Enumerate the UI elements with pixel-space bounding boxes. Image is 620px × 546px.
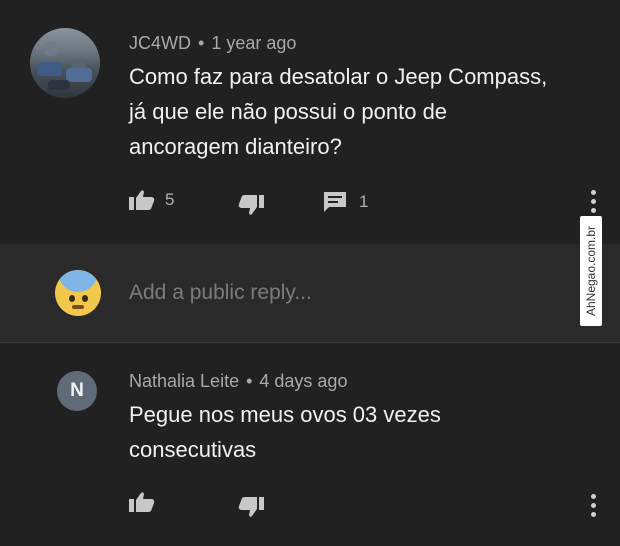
like-icon bbox=[129, 492, 155, 512]
like-icon bbox=[129, 190, 155, 210]
comment1-like-button[interactable]: 5 bbox=[129, 189, 174, 211]
avatar-car-shape bbox=[48, 80, 70, 90]
comment2-time: 4 days ago bbox=[259, 371, 348, 391]
avatar-current-user bbox=[55, 270, 101, 316]
comment1-reply-count: 1 bbox=[359, 192, 369, 211]
comment2-text: Pegue nos meus ovos 03 vezes consecutiva… bbox=[129, 397, 441, 467]
comment1-like-count: 5 bbox=[165, 190, 175, 209]
comment1-text-line: ancoragem dianteiro? bbox=[129, 134, 342, 159]
comment1-meta: JC4WD • 1 year ago bbox=[129, 33, 296, 54]
meta-separator: • bbox=[246, 371, 253, 391]
comment2-like-button[interactable] bbox=[129, 491, 155, 513]
comment2-dislike-button[interactable] bbox=[238, 496, 264, 518]
avatar-car-shape bbox=[66, 68, 92, 82]
avatar-car-shape bbox=[38, 62, 62, 76]
comment1-text: Como faz para desatolar o Jeep Compass, … bbox=[129, 59, 547, 164]
more-vert-icon[interactable] bbox=[591, 494, 597, 521]
comment1-text-line: Como faz para desatolar o Jeep Compass, bbox=[129, 64, 548, 89]
comment2-meta: Nathalia Leite • 4 days ago bbox=[129, 371, 347, 392]
emoji-eye-shape bbox=[82, 295, 88, 302]
meta-separator: • bbox=[198, 33, 205, 53]
avatar-jc4wd[interactable] bbox=[30, 28, 100, 98]
comment2-author[interactable]: Nathalia Leite bbox=[129, 371, 239, 391]
dislike-icon bbox=[238, 497, 264, 517]
avatar-nathalia[interactable]: N bbox=[57, 371, 97, 411]
emoji-hair-shape bbox=[58, 270, 98, 292]
comment1-replies-button[interactable]: 1 bbox=[323, 191, 368, 213]
comment1-dislike-button[interactable] bbox=[238, 194, 264, 216]
comment2-text-line: consecutivas bbox=[129, 437, 257, 462]
watermark: AhNegao.com.br bbox=[580, 216, 602, 326]
emoji-eye-shape bbox=[69, 295, 75, 302]
comment1-author[interactable]: JC4WD bbox=[129, 33, 191, 53]
watermark-text: AhNegao.com.br bbox=[584, 225, 599, 317]
dislike-icon bbox=[238, 195, 264, 215]
emoji-mouth-shape bbox=[72, 305, 84, 309]
reply-input[interactable]: Add a public reply... bbox=[129, 281, 312, 305]
reply-icon bbox=[324, 192, 346, 212]
comment2-text-line: Pegue nos meus ovos 03 vezes bbox=[129, 402, 441, 427]
comment1-time: 1 year ago bbox=[211, 33, 297, 53]
more-vert-icon[interactable] bbox=[591, 190, 597, 217]
comment1-text-line: já que ele não possui o ponto de bbox=[129, 99, 448, 124]
